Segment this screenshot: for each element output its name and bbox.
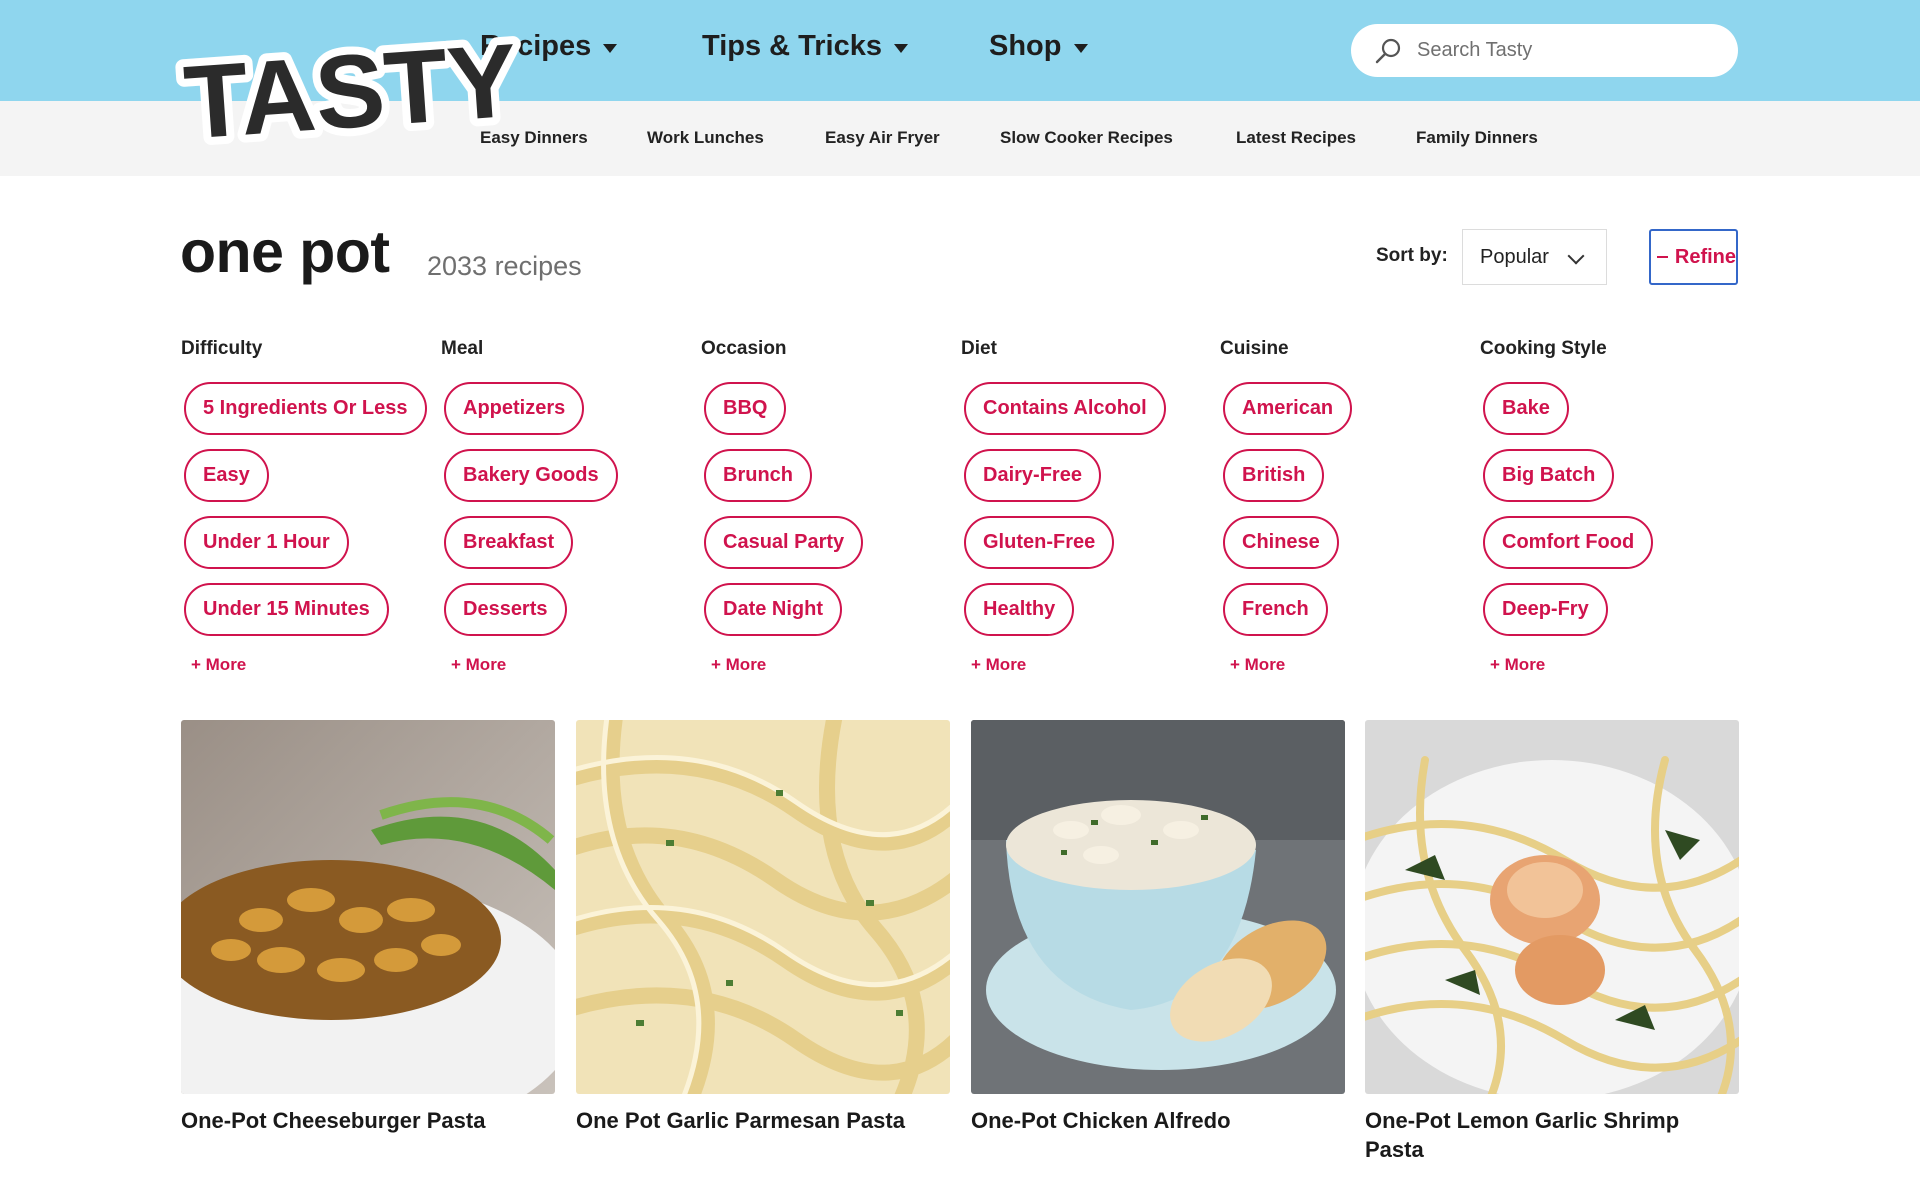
recipe-image[interactable]	[971, 720, 1345, 1094]
filter-chip[interactable]: American	[1223, 382, 1353, 435]
filter-chip[interactable]: Comfort Food	[1483, 516, 1654, 569]
recipe-image[interactable]	[181, 720, 555, 1094]
recipe-title[interactable]: One-Pot Lemon Garlic Shrimp Pasta	[1365, 1106, 1739, 1164]
filter-chip[interactable]: Easy	[184, 449, 269, 502]
recipe-title[interactable]: One Pot Garlic Parmesan Pasta	[576, 1106, 950, 1135]
filter-chip[interactable]: Contains Alcohol	[964, 382, 1166, 435]
filter-chip[interactable]: Under 15 Minutes	[184, 583, 389, 636]
chevron-down-icon	[1567, 247, 1585, 265]
filter-heading: Cooking Style	[1480, 338, 1607, 359]
recipe-title[interactable]: One-Pot Cheeseburger Pasta	[181, 1106, 555, 1135]
filter-chip[interactable]: Brunch	[704, 449, 812, 502]
subnav-work-lunches[interactable]: Work Lunches	[647, 128, 764, 148]
subnav-easy-air-fryer[interactable]: Easy Air Fryer	[825, 128, 940, 148]
filter-chip[interactable]: French	[1223, 583, 1328, 636]
recipe-image[interactable]	[576, 720, 950, 1094]
search-box[interactable]	[1351, 24, 1738, 77]
nav-shop[interactable]: Shop	[989, 30, 1088, 63]
nav-tips-label: Tips & Tricks	[702, 30, 882, 62]
filter-chip[interactable]: Deep-Fry	[1483, 583, 1608, 636]
filter-chip[interactable]: Bakery Goods	[444, 449, 618, 502]
recipe-image[interactable]	[1365, 720, 1739, 1094]
refine-label: Refine	[1674, 245, 1736, 268]
minus-icon	[1657, 256, 1668, 258]
filter-chip[interactable]: Healthy	[964, 583, 1075, 636]
more-filters-link[interactable]: + More	[191, 655, 246, 675]
sort-label: Sort by:	[1376, 245, 1448, 266]
filter-heading: Diet	[961, 338, 997, 359]
filter-group-occasion: Occasion BBQ Brunch Casual Party Date Ni…	[701, 338, 951, 674]
filter-chip[interactable]: Desserts	[444, 583, 567, 636]
more-filters-link[interactable]: + More	[451, 655, 506, 675]
filter-heading: Meal	[441, 338, 484, 359]
filter-chip[interactable]: Date Night	[704, 583, 842, 636]
filter-group-diet: Diet Contains Alcohol Dairy-Free Gluten-…	[961, 338, 1211, 674]
recipe-card[interactable]: One-Pot Chicken Alfredo	[971, 720, 1345, 1135]
recipe-card[interactable]: One-Pot Lemon Garlic Shrimp Pasta	[1365, 720, 1739, 1164]
page-title: one pot	[180, 219, 390, 285]
refine-button[interactable]: Refine	[1649, 229, 1738, 285]
filter-chip[interactable]: Breakfast	[444, 516, 574, 569]
search-input[interactable]	[1417, 39, 1717, 62]
caret-down-icon	[1073, 43, 1088, 53]
filter-chip[interactable]: Big Batch	[1483, 449, 1615, 502]
recipe-card[interactable]: One Pot Garlic Parmesan Pasta	[576, 720, 950, 1135]
filter-chip[interactable]: 5 Ingredients Or Less	[184, 382, 427, 435]
recipe-count: 2033 recipes	[427, 251, 582, 281]
more-filters-link[interactable]: + More	[1490, 655, 1545, 675]
caret-down-icon	[894, 43, 908, 53]
filter-chip[interactable]: Casual Party	[704, 516, 864, 569]
subnav-family-dinners[interactable]: Family Dinners	[1416, 128, 1538, 148]
filter-chip[interactable]: BBQ	[704, 382, 787, 435]
nav-tips-tricks[interactable]: Tips & Tricks	[702, 30, 908, 63]
more-filters-link[interactable]: + More	[711, 655, 766, 675]
filter-heading: Occasion	[701, 338, 787, 359]
filter-chip[interactable]: Dairy-Free	[964, 449, 1101, 502]
filter-chip[interactable]: Under 1 Hour	[184, 516, 349, 569]
subnav-slow-cooker[interactable]: Slow Cooker Recipes	[1000, 128, 1173, 148]
filter-chip[interactable]: Appetizers	[444, 382, 585, 435]
recipe-card[interactable]: One-Pot Cheeseburger Pasta	[181, 720, 555, 1135]
recipe-title[interactable]: One-Pot Chicken Alfredo	[971, 1106, 1345, 1135]
logo-wordmark: TASTY	[181, 23, 521, 162]
filter-chip[interactable]: Gluten-Free	[964, 516, 1115, 569]
filter-group-meal: Meal Appetizers Bakery Goods Breakfast D…	[441, 338, 691, 674]
subnav-latest-recipes[interactable]: Latest Recipes	[1236, 128, 1356, 148]
filter-heading: Difficulty	[181, 338, 263, 359]
search-icon	[1375, 38, 1401, 63]
more-filters-link[interactable]: + More	[971, 655, 1026, 675]
sort-dropdown[interactable]: Popular	[1462, 229, 1607, 285]
filter-chip[interactable]: British	[1223, 449, 1325, 502]
filter-chip[interactable]: Bake	[1483, 382, 1569, 435]
filter-group-difficulty: Difficulty 5 Ingredients Or Less Easy Un…	[181, 338, 431, 674]
sort-value: Popular	[1480, 245, 1549, 268]
filter-chip[interactable]: Chinese	[1223, 516, 1339, 569]
nav-shop-label: Shop	[989, 30, 1062, 62]
filter-heading: Cuisine	[1220, 338, 1289, 359]
more-filters-link[interactable]: + More	[1230, 655, 1285, 675]
tasty-logo[interactable]: TASTY TASTY	[173, 15, 529, 170]
filter-group-cuisine: Cuisine American British Chinese French …	[1220, 338, 1470, 674]
filter-group-cooking-style: Cooking Style Bake Big Batch Comfort Foo…	[1480, 338, 1730, 674]
caret-down-icon	[603, 43, 618, 53]
